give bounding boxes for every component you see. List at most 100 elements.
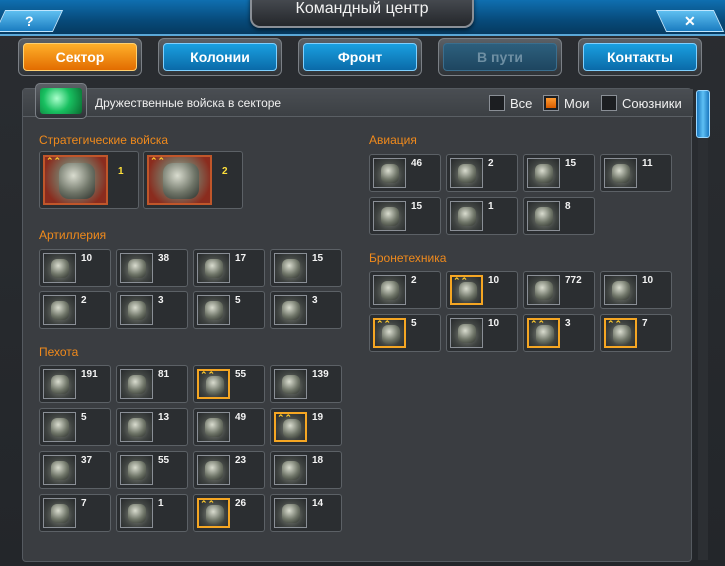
checkbox-icon	[543, 95, 559, 111]
unit-card[interactable]: 18	[270, 451, 342, 489]
section-title-strategic: Стратегические войска	[39, 133, 169, 147]
unit-figure-icon	[205, 259, 223, 278]
tab-sector[interactable]: Сектор	[18, 38, 142, 76]
unit-portrait: ⌃⌃	[147, 155, 212, 205]
unit-portrait: ⌃⌃	[373, 318, 406, 348]
unit-card[interactable]: 11	[600, 154, 672, 192]
unit-portrait	[43, 253, 76, 283]
unit-figure-icon	[128, 259, 146, 278]
help-button[interactable]: ?	[0, 10, 64, 32]
unit-card[interactable]: ⌃⌃ 3	[523, 314, 595, 352]
unit-card[interactable]: 772	[523, 271, 595, 309]
unit-count: 1	[118, 166, 124, 177]
unit-card[interactable]: 46	[369, 154, 441, 192]
checkbox-icon	[601, 95, 617, 111]
filter-allies-checkbox[interactable]: Союзники	[601, 95, 682, 111]
friendly-troops-icon	[35, 83, 87, 119]
unit-figure-icon	[535, 281, 553, 300]
unit-card[interactable]: 1	[446, 197, 518, 235]
unit-card[interactable]: 38	[116, 249, 188, 287]
unit-card[interactable]: 81	[116, 365, 188, 403]
close-icon: ✕	[684, 13, 696, 29]
unit-card[interactable]: ⌃⌃ 19	[270, 408, 342, 446]
unit-card[interactable]: 14	[270, 494, 342, 532]
unit-figure-icon	[59, 163, 95, 199]
rank-chevron-icon: ⌃⌃	[376, 319, 392, 329]
unit-count: 3	[312, 295, 318, 306]
unit-card[interactable]: 1	[116, 494, 188, 532]
scrollbar-track[interactable]	[698, 90, 708, 560]
unit-count: 2	[81, 295, 87, 306]
unit-portrait	[120, 455, 153, 485]
unit-count: 10	[488, 275, 500, 286]
unit-count: 23	[235, 455, 247, 466]
unit-figure-icon	[381, 207, 399, 226]
unit-card[interactable]: 49	[193, 408, 265, 446]
unit-card[interactable]: 3	[116, 291, 188, 329]
unit-count: 8	[565, 201, 571, 212]
unit-card[interactable]: 13	[116, 408, 188, 446]
unit-count: 10	[488, 318, 500, 329]
unit-card[interactable]: 8	[523, 197, 595, 235]
unit-card[interactable]: ⌃⌃ 55	[193, 365, 265, 403]
unit-card[interactable]: ⌃⌃ 10	[446, 271, 518, 309]
unit-card[interactable]: ⌃⌃ 5	[369, 314, 441, 352]
unit-card[interactable]: 10	[446, 314, 518, 352]
unit-portrait	[373, 201, 406, 231]
unit-portrait	[120, 498, 153, 528]
gem-icon	[40, 88, 82, 114]
unit-portrait	[274, 369, 307, 399]
filter-mine-checkbox[interactable]: Мои	[543, 95, 589, 111]
unit-card[interactable]: 10	[600, 271, 672, 309]
unit-portrait	[197, 412, 230, 442]
unit-count: 38	[158, 253, 170, 264]
unit-count: 7	[81, 498, 87, 509]
unit-card[interactable]: 5	[193, 291, 265, 329]
unit-card[interactable]: 139	[270, 365, 342, 403]
unit-portrait	[527, 201, 560, 231]
unit-card[interactable]: 2	[369, 271, 441, 309]
tab-bar: Сектор Колонии Фронт В пути Контакты	[18, 38, 708, 78]
unit-card[interactable]: 15	[523, 154, 595, 192]
unit-card[interactable]: 2	[39, 291, 111, 329]
unit-card[interactable]: 17	[193, 249, 265, 287]
unit-card[interactable]: ⌃⌃ 26	[193, 494, 265, 532]
tab-contacts[interactable]: Контакты	[578, 38, 702, 76]
unit-card[interactable]: 15	[270, 249, 342, 287]
filter-all-checkbox[interactable]: Все	[489, 95, 532, 111]
unit-card[interactable]: 23	[193, 451, 265, 489]
tab-colonies[interactable]: Колонии	[158, 38, 282, 76]
unit-figure-icon	[128, 418, 146, 437]
tab-front[interactable]: Фронт	[298, 38, 422, 76]
unit-card[interactable]: 10	[39, 249, 111, 287]
window-title: Командный центр	[250, 0, 474, 28]
unit-portrait: ⌃⌃	[527, 318, 560, 348]
unit-card[interactable]: 55	[116, 451, 188, 489]
unit-card[interactable]: 7	[39, 494, 111, 532]
unit-count: 1	[158, 498, 164, 509]
unit-figure-icon	[51, 259, 69, 278]
unit-count: 55	[158, 455, 170, 466]
unit-card[interactable]: 5	[39, 408, 111, 446]
unit-card[interactable]: ⌃⌃ 1	[39, 151, 139, 209]
unit-figure-icon	[458, 164, 476, 183]
unit-count: 2	[411, 275, 417, 286]
unit-card[interactable]: 37	[39, 451, 111, 489]
unit-card[interactable]: 191	[39, 365, 111, 403]
unit-card[interactable]: 15	[369, 197, 441, 235]
unit-card[interactable]: ⌃⌃ 2	[143, 151, 243, 209]
tab-label: Колонии	[163, 43, 277, 71]
unit-figure-icon	[612, 164, 630, 183]
unit-figure-icon	[535, 164, 553, 183]
unit-figure-icon	[282, 301, 300, 320]
unit-card[interactable]: ⌃⌃ 7	[600, 314, 672, 352]
unit-card[interactable]: 3	[270, 291, 342, 329]
unit-portrait	[120, 412, 153, 442]
unit-count: 15	[565, 158, 577, 169]
close-button[interactable]: ✕	[655, 10, 725, 32]
scrollbar-thumb[interactable]	[696, 90, 710, 138]
unit-portrait	[450, 318, 483, 348]
unit-figure-icon	[128, 504, 146, 523]
unit-card[interactable]: 2	[446, 154, 518, 192]
rank-chevron-icon: ⌃⌃	[277, 413, 293, 423]
